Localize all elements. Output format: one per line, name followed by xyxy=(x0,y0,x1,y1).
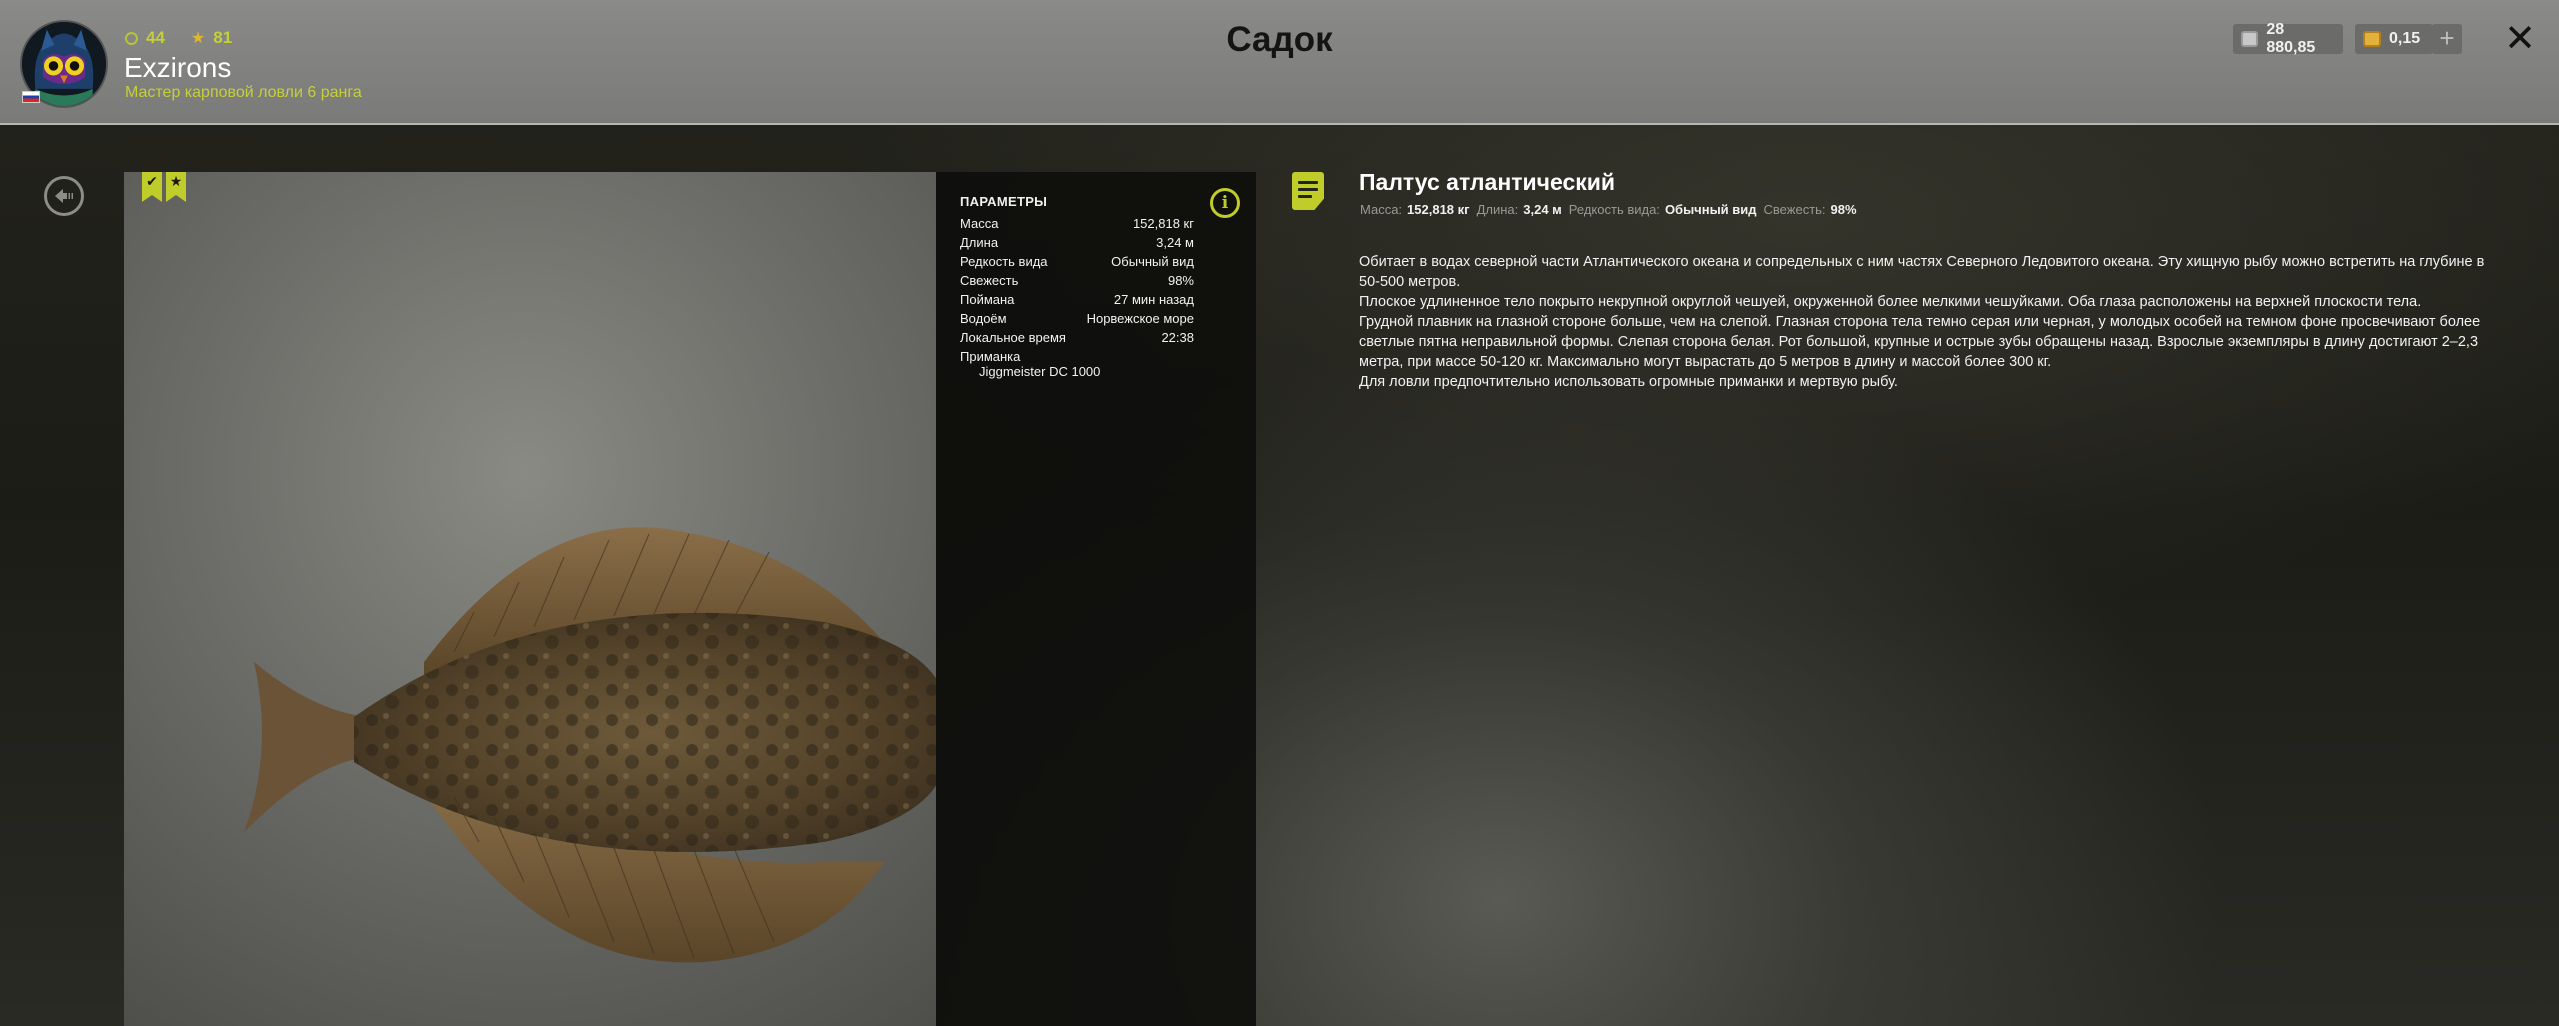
note-icon xyxy=(1292,172,1324,210)
param-row: Поймана 27 мин назад xyxy=(960,292,1194,310)
silver-balance: 28 880,85 xyxy=(2233,21,2343,56)
param-row: Водоём Норвежское море xyxy=(960,311,1194,329)
param-value: 27 мин назад xyxy=(1113,292,1194,307)
param-row: Длина 3,24 м xyxy=(960,235,1194,253)
param-value: Обычный вид xyxy=(1111,254,1194,269)
description-paragraph: Грудной плавник на глазной стороне больш… xyxy=(1359,314,2481,370)
param-value: Норвежское море xyxy=(1086,311,1194,326)
summary-label: Длина: xyxy=(1476,202,1519,217)
star-bookmark-icon[interactable]: ★ xyxy=(166,172,186,202)
param-row: Локальное время 22:38 xyxy=(960,330,1194,348)
param-label: Водоём xyxy=(960,311,1007,326)
bait-label: Приманка xyxy=(960,349,1021,364)
fish-description: Обитает в водах северной части Атлантиче… xyxy=(1359,252,2509,392)
description-paragraph: Плоское удлиненное тело покрыто некрупно… xyxy=(1359,294,2422,310)
halibut-illustration xyxy=(244,527,936,963)
summary-value: 3,24 м xyxy=(1523,202,1562,217)
param-label: Длина xyxy=(960,235,999,250)
bait-value: Jiggmeister DC 1000 xyxy=(979,364,1101,379)
param-value: 3,24 м xyxy=(1156,235,1194,250)
check-bookmark-icon[interactable]: ✔ xyxy=(142,172,162,202)
summary-value: Обычный вид xyxy=(1664,202,1757,217)
summary-value: 98% xyxy=(1830,202,1857,217)
fish-image: ✔ ★ xyxy=(124,172,936,1026)
silver-value: 28 880,85 xyxy=(2266,21,2316,56)
gold-value: 0,15 xyxy=(2389,30,2421,47)
param-label: Редкость вида xyxy=(960,254,1048,269)
gold-balance: 0,15 xyxy=(2355,24,2433,54)
silver-coin-icon xyxy=(2241,31,2259,47)
russia-flag-icon xyxy=(22,91,40,103)
param-label: Локальное время xyxy=(960,330,1066,345)
param-row: Свежесть 98% xyxy=(960,273,1194,291)
param-label: Поймана xyxy=(960,292,1015,307)
param-row: Масса 152,818 кг xyxy=(960,216,1194,234)
info-icon[interactable]: i xyxy=(1210,188,1240,218)
player-rank: Мастер карповой ловли 6 ранга xyxy=(125,84,362,101)
param-label: Свежесть xyxy=(960,273,1019,288)
top-bar: 44 ★ 81 Exzirons Мастер карповой ловли 6… xyxy=(0,0,2559,125)
back-button[interactable] xyxy=(44,176,84,216)
fish-name: Палтус атлантический xyxy=(1359,169,1616,195)
gold-coin-icon xyxy=(2363,31,2381,47)
parameters-title: ПАРАМЕТРЫ xyxy=(960,194,1048,209)
summary-value: 152,818 кг xyxy=(1407,202,1470,217)
parameters-panel: ПАРАМЕТРЫ i Масса 152,818 кг Длина 3,24 … xyxy=(936,172,1256,1026)
description-paragraph: Для ловли предпочтительно использовать о… xyxy=(1359,374,1898,390)
back-icon xyxy=(55,189,73,203)
page-title: Садок xyxy=(1226,20,1333,59)
param-value: 152,818 кг xyxy=(1132,216,1194,231)
description-paragraph: Обитает в водах северной части Атлантиче… xyxy=(1359,254,2485,290)
param-value: 98% xyxy=(1167,273,1194,288)
add-gold-button[interactable]: + xyxy=(2432,24,2462,54)
param-value: 22:38 xyxy=(1161,330,1194,345)
param-label: Масса xyxy=(960,216,999,231)
param-row: Редкость вида Обычный вид xyxy=(960,254,1194,272)
summary-label: Редкость вида: xyxy=(1568,202,1660,217)
summary-label: Масса: xyxy=(1360,202,1403,217)
close-button[interactable]: ✕ xyxy=(2502,20,2538,58)
summary-label: Свежесть: xyxy=(1763,202,1826,217)
fish-marks: ✔ ★ xyxy=(142,172,186,202)
fish-summary: Масса: 152,818 кг Длина: 3,24 м Редкость… xyxy=(1360,202,1859,217)
